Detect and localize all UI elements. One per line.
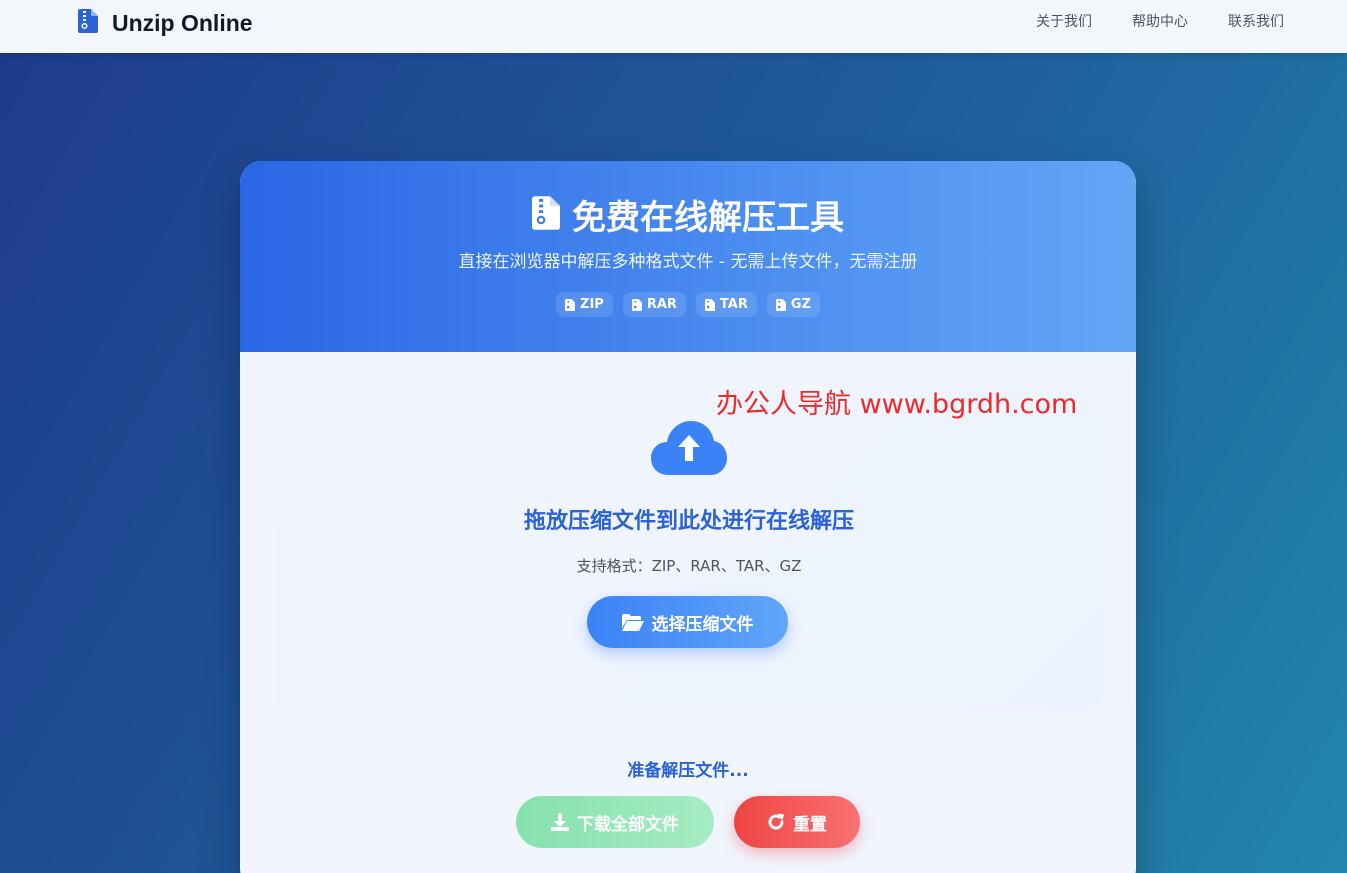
unzip-card: 免费在线解压工具 直接在浏览器中解压多种格式文件 - 无需上传文件，无需注册 Z… (240, 161, 1136, 873)
nav-link-help[interactable]: 帮助中心 (1132, 12, 1188, 32)
supported-formats-text: 支持格式：ZIP、RAR、TAR、GZ (576, 557, 802, 575)
page-title: 免费在线解压工具 (572, 197, 844, 238)
card-header: 免费在线解压工具 直接在浏览器中解压多种格式文件 - 无需上传文件，无需注册 Z… (240, 161, 1136, 352)
file-zipper-icon (78, 9, 98, 37)
file-zipper-icon (565, 298, 576, 311)
format-badges: ZIP RAR TAR GZ (240, 292, 1136, 317)
format-badge-label: RAR (646, 297, 677, 312)
file-zipper-icon (532, 195, 560, 240)
format-badge: TAR (695, 292, 757, 317)
file-zipper-icon (775, 298, 786, 311)
download-all-label: 下载全部文件 (577, 814, 679, 835)
file-drop-zone[interactable]: 拖放压缩文件到此处进行在线解压 支持格式：ZIP、RAR、TAR、GZ 选择压缩… (274, 391, 1104, 711)
select-file-button[interactable]: 选择压缩文件 (587, 596, 788, 648)
format-badge: ZIP (556, 292, 613, 317)
select-file-label: 选择压缩文件 (651, 614, 754, 635)
top-nav-bar: Unzip Online 关于我们 帮助中心 联系我们 (0, 0, 1347, 53)
format-badge-label: TAR (719, 297, 748, 312)
reset-button[interactable]: 重置 (734, 796, 860, 848)
file-zipper-icon (704, 298, 715, 311)
main-nav: 关于我们 帮助中心 联系我们 (1036, 12, 1284, 32)
download-all-button[interactable]: 下载全部文件 (516, 796, 714, 848)
nav-link-about[interactable]: 关于我们 (1036, 12, 1092, 32)
download-icon (551, 813, 569, 831)
nav-link-contact[interactable]: 联系我们 (1228, 12, 1284, 32)
drop-zone-title: 拖放压缩文件到此处进行在线解压 (523, 509, 854, 534)
cloud-upload-icon (274, 421, 1104, 481)
watermark-text: 办公人导航 www.bgrdh.com (716, 389, 1078, 420)
page-title-row: 免费在线解压工具 (240, 161, 1136, 240)
status-text: 准备解压文件... (627, 761, 749, 781)
format-badge-label: ZIP (580, 297, 604, 312)
format-badge: RAR (622, 292, 686, 317)
reset-label: 重置 (793, 814, 827, 835)
file-zipper-icon (631, 298, 642, 311)
format-badge-label: GZ (790, 297, 811, 312)
brand-title: Unzip Online (112, 9, 253, 36)
brand[interactable]: Unzip Online (78, 8, 253, 38)
page-subtitle: 直接在浏览器中解压多种格式文件 - 无需上传文件，无需注册 (458, 252, 918, 272)
redo-icon (768, 813, 784, 830)
format-badge: GZ (766, 292, 820, 317)
folder-open-icon (621, 613, 644, 631)
